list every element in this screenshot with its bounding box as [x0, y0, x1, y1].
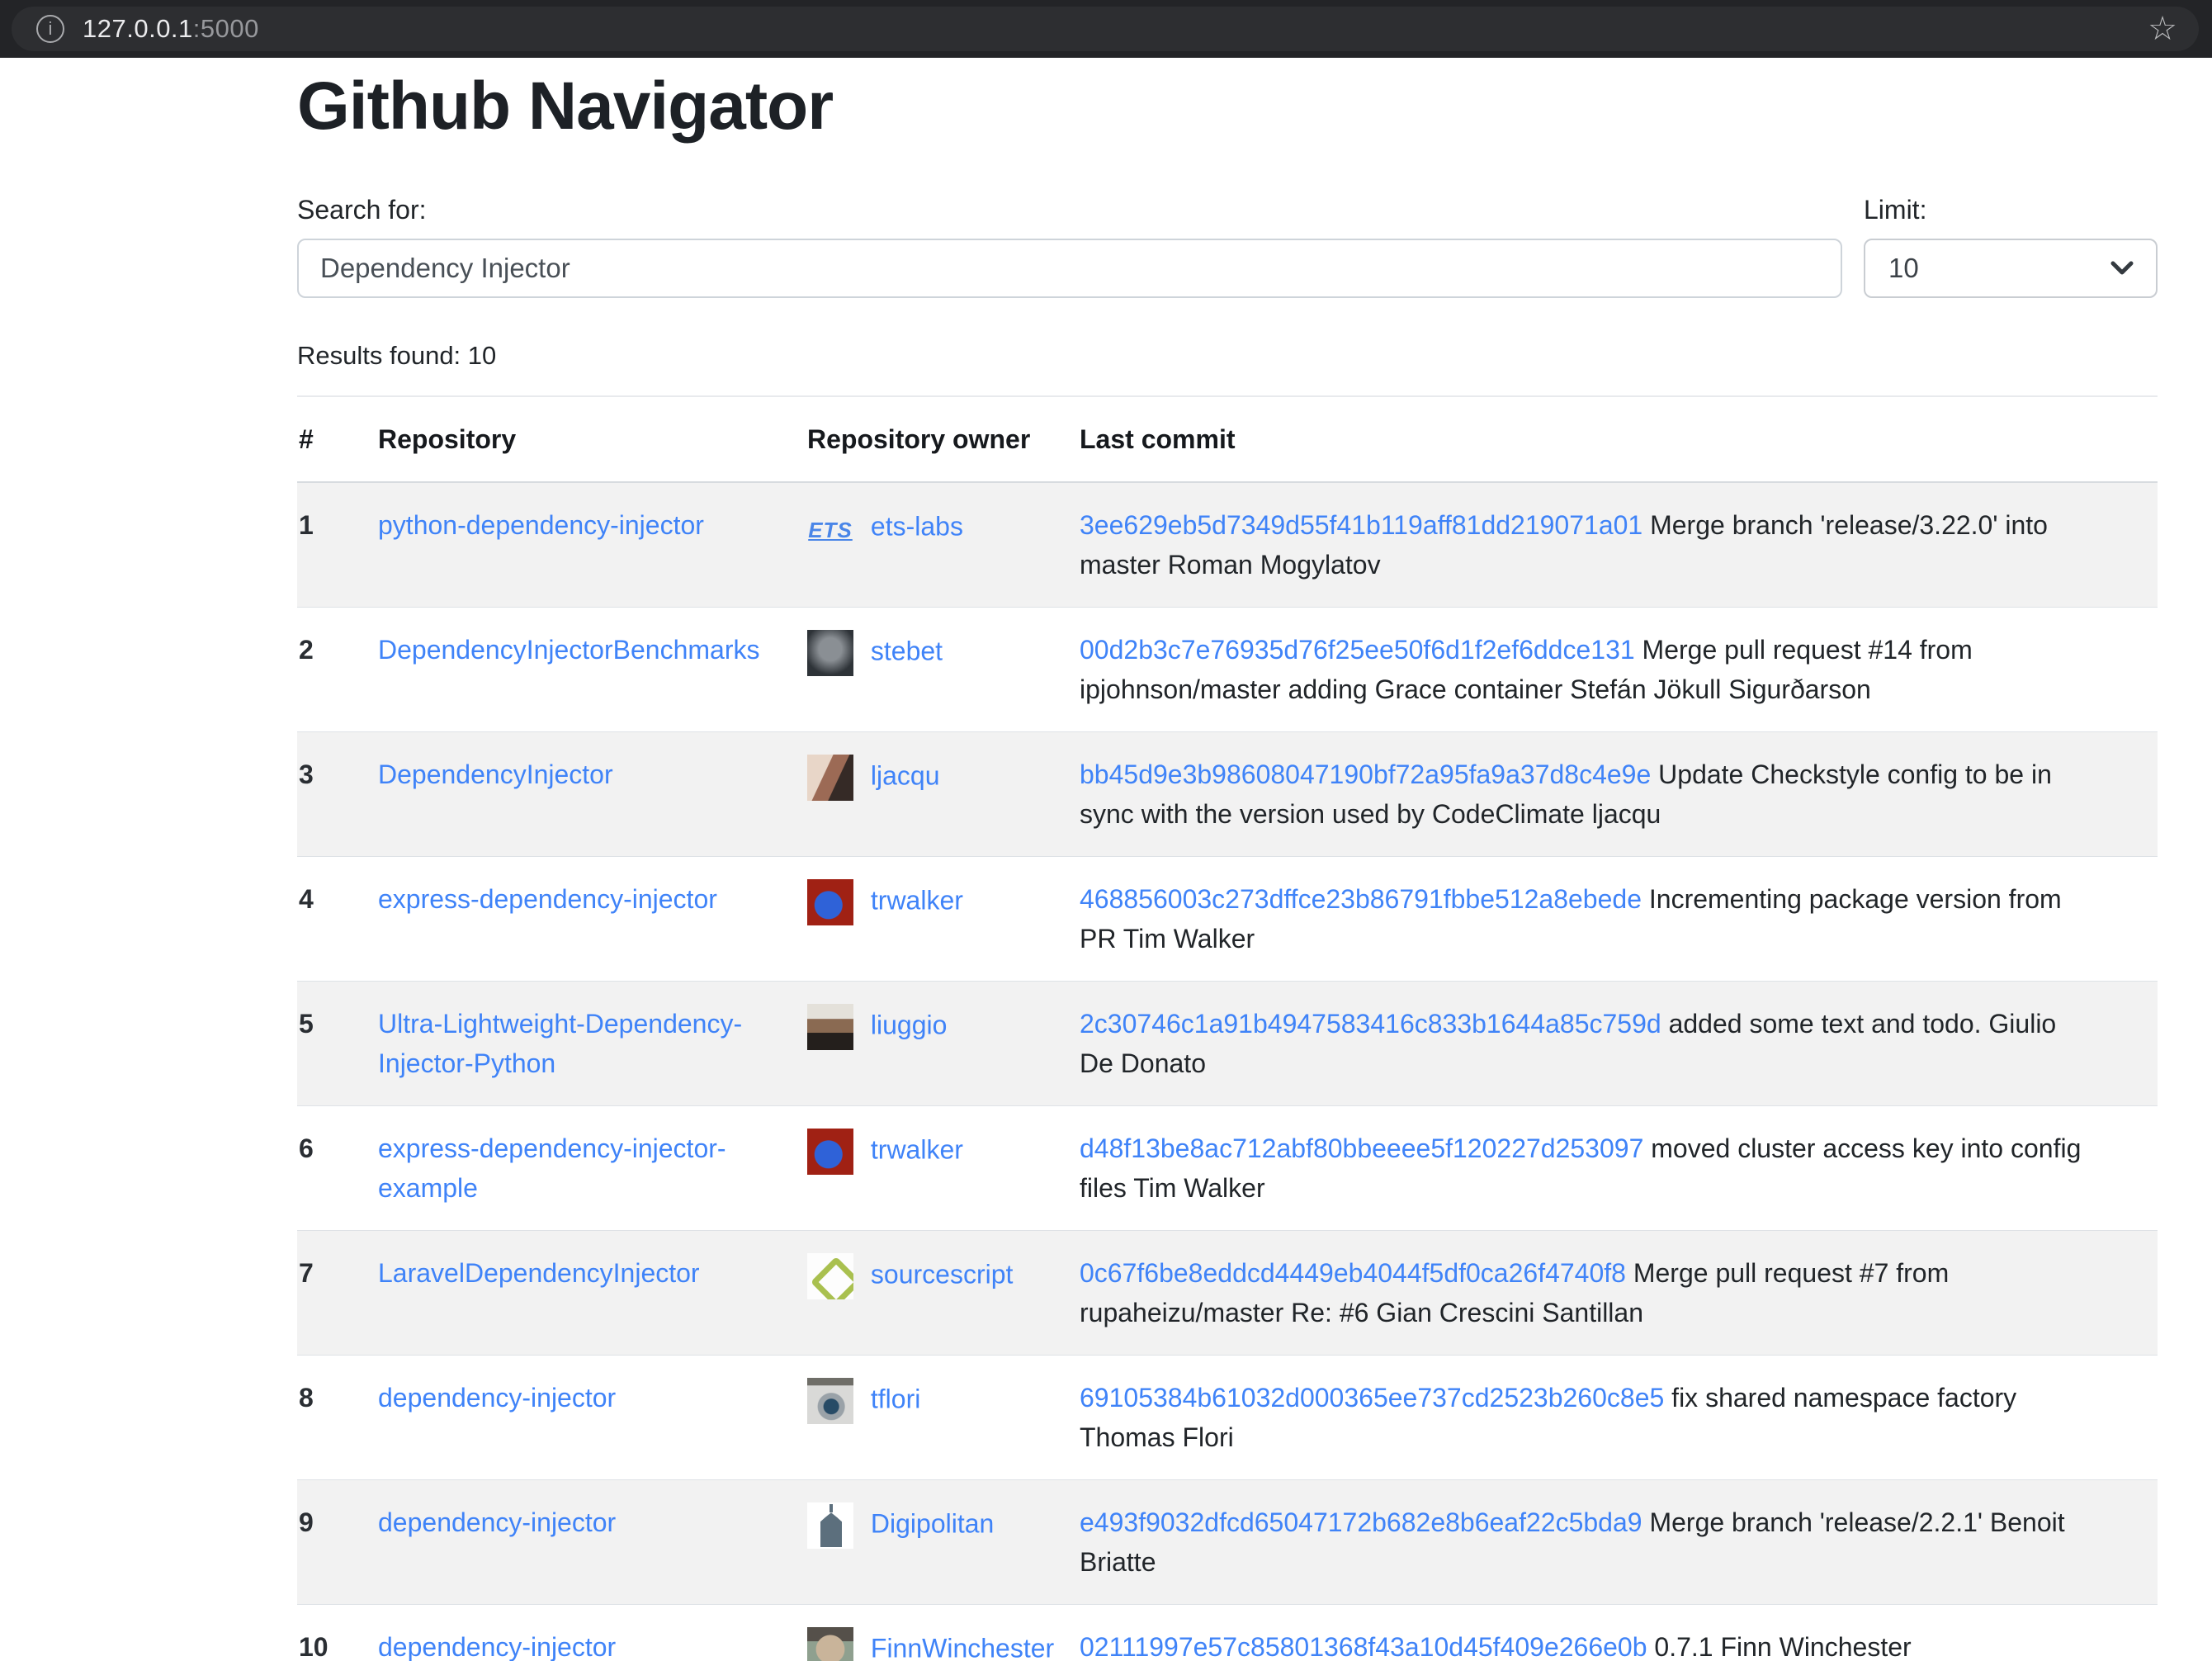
repository-link[interactable]: dependency-injector [378, 1383, 616, 1413]
results-count: Results found: 10 [297, 341, 2158, 371]
table-row: 9 dependency-injector Digipolitan e493f9… [297, 1480, 2158, 1605]
owner-avatar [807, 1502, 853, 1549]
table-row: 1 python-dependency-injector ETS ets-lab… [297, 482, 2158, 608]
table-row: 2 DependencyInjectorBenchmarks stebet 00… [297, 608, 2158, 732]
row-number: 2 [297, 608, 376, 732]
table-row: 6 express-dependency-injector-example tr… [297, 1106, 2158, 1231]
commit-message: 0.7.1 Finn Winchester [1654, 1632, 1911, 1661]
row-number: 10 [297, 1605, 376, 1661]
search-label: Search for: [297, 195, 1842, 225]
column-header-num: # [297, 397, 376, 482]
commit-sha-link[interactable]: d48f13be8ac712abf80bbeeee5f120227d253097 [1080, 1133, 1643, 1163]
repository-link[interactable]: DependencyInjectorBenchmarks [378, 635, 759, 665]
commit-sha-link[interactable]: 0c67f6be8eddcd4449eb4044f5df0ca26f4740f8 [1080, 1258, 1626, 1288]
row-number: 7 [297, 1231, 376, 1356]
owner-link[interactable]: ljacqu [871, 761, 940, 791]
table-row: 8 dependency-injector tflori 69105384b61… [297, 1356, 2158, 1480]
results-table: # Repository Repository owner Last commi… [297, 397, 2158, 1661]
owner-avatar [807, 1378, 853, 1424]
owner-avatar [807, 1004, 853, 1050]
repository-link[interactable]: LaravelDependencyInjector [378, 1258, 700, 1288]
url-text: 127.0.0.1:5000 [83, 14, 259, 44]
owner-link[interactable]: tflori [871, 1384, 920, 1414]
limit-label: Limit: [1864, 195, 2158, 225]
page-title: Github Navigator [297, 68, 2158, 145]
owner-link[interactable]: stebet [871, 636, 943, 666]
row-number: 5 [297, 982, 376, 1106]
table-header-row: # Repository Repository owner Last commi… [297, 397, 2158, 482]
info-icon[interactable]: i [36, 15, 64, 43]
commit-sha-link[interactable]: 02111997e57c85801368f43a10d45f409e266e0b [1080, 1632, 1647, 1661]
owner-avatar [807, 1129, 853, 1175]
repository-link[interactable]: Ultra-Lightweight-Dependency-Injector-Py… [378, 1009, 742, 1078]
table-row: 3 DependencyInjector ljacqu bb45d9e3b986… [297, 732, 2158, 857]
row-number: 9 [297, 1480, 376, 1605]
commit-sha-link[interactable]: 3ee629eb5d7349d55f41b119aff81dd219071a01 [1080, 510, 1642, 540]
page-content: Github Navigator Search for: Limit: 10 R… [0, 58, 2212, 1661]
row-number: 6 [297, 1106, 376, 1231]
commit-sha-link[interactable]: 00d2b3c7e76935d76f25ee50f6d1f2ef6ddce131 [1080, 635, 1635, 665]
owner-link[interactable]: Digipolitan [871, 1509, 994, 1539]
row-number: 4 [297, 857, 376, 982]
owner-link[interactable]: ets-labs [871, 512, 963, 542]
url-field[interactable]: i 127.0.0.1:5000 ☆ [12, 7, 2199, 51]
owner-avatar: ETS [807, 505, 853, 551]
search-input[interactable] [297, 239, 1842, 298]
column-header-last-commit: Last commit [1078, 397, 2158, 482]
row-number: 3 [297, 732, 376, 857]
column-header-owner: Repository owner [806, 397, 1078, 482]
search-form: Search for: Limit: 10 [297, 195, 2158, 298]
commit-sha-link[interactable]: 468856003c273dffce23b86791fbbe512a8ebede [1080, 884, 1642, 914]
owner-link[interactable]: trwalker [871, 886, 963, 916]
owner-avatar [807, 630, 853, 676]
repository-link[interactable]: python-dependency-injector [378, 510, 704, 540]
owner-avatar [807, 1627, 853, 1661]
limit-select[interactable]: 10 [1864, 239, 2158, 298]
bookmark-star-icon[interactable]: ☆ [2148, 12, 2177, 45]
table-row: 10 dependency-injector FinnWinchester 02… [297, 1605, 2158, 1661]
repository-link[interactable]: DependencyInjector [378, 760, 613, 789]
owner-avatar [807, 1253, 853, 1299]
owner-avatar [807, 755, 853, 801]
chevron-down-icon [2110, 260, 2134, 277]
owner-link[interactable]: liuggio [871, 1010, 948, 1040]
owner-link[interactable]: sourcescript [871, 1260, 1014, 1290]
repository-link[interactable]: dependency-injector [378, 1507, 616, 1537]
commit-sha-link[interactable]: bb45d9e3b98608047190bf72a95fa9a37d8c4e9e [1080, 760, 1651, 789]
owner-avatar [807, 879, 853, 925]
browser-toolbar: i 127.0.0.1:5000 ☆ [0, 0, 2212, 58]
limit-selected-value: 10 [1888, 253, 1919, 284]
owner-link[interactable]: FinnWinchester [871, 1634, 1054, 1661]
row-number: 1 [297, 482, 376, 608]
row-number: 8 [297, 1356, 376, 1480]
column-header-repository: Repository [376, 397, 806, 482]
commit-sha-link[interactable]: e493f9032dfcd65047172b682e8b6eaf22c5bda9 [1080, 1507, 1642, 1537]
commit-sha-link[interactable]: 2c30746c1a91b4947583416c833b1644a85c759d [1080, 1009, 1661, 1039]
owner-link[interactable]: trwalker [871, 1135, 963, 1165]
table-row: 5 Ultra-Lightweight-Dependency-Injector-… [297, 982, 2158, 1106]
commit-sha-link[interactable]: 69105384b61032d000365ee737cd2523b260c8e5 [1080, 1383, 1664, 1413]
repository-link[interactable]: express-dependency-injector-example [378, 1133, 726, 1203]
repository-link[interactable]: express-dependency-injector [378, 884, 717, 914]
repository-link[interactable]: dependency-injector [378, 1632, 616, 1661]
table-row: 7 LaravelDependencyInjector sourcescript… [297, 1231, 2158, 1356]
table-row: 4 express-dependency-injector trwalker 4… [297, 857, 2158, 982]
